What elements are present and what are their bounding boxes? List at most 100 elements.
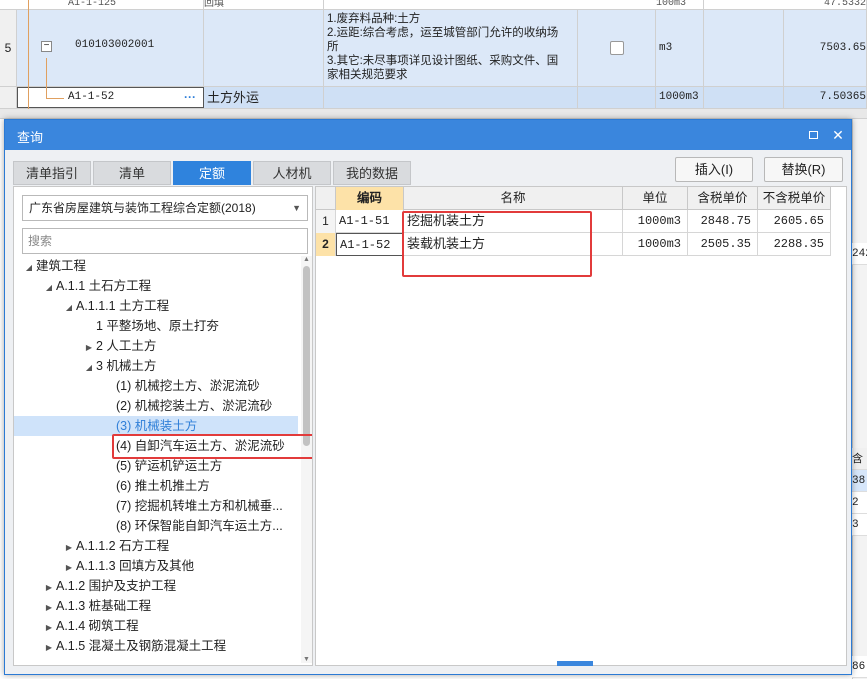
search-input[interactable] <box>22 228 308 254</box>
column-header-price-tax[interactable]: 含税单价 <box>688 187 758 210</box>
expand-arrow-icon[interactable]: ▶ <box>62 558 76 578</box>
expand-arrow-icon[interactable]: ▶ <box>42 578 56 598</box>
code-cell[interactable]: A1-1-52 <box>336 233 404 256</box>
tab-quota[interactable]: 定额 <box>173 161 251 185</box>
tree-node-label: (7) 挖掘机转堆土方和机械垂... <box>116 499 283 513</box>
tab-my-data[interactable]: 我的数据 <box>333 161 411 185</box>
insert-button[interactable]: 插入(I) <box>675 157 753 182</box>
unit-cell: 1000m3 <box>656 87 704 108</box>
splitter-handle[interactable] <box>557 661 593 666</box>
tree-node[interactable]: (1) 机械挖土方、淤泥流砂 <box>116 376 260 396</box>
tree-node[interactable]: ▶ A.1.5 混凝土及钢筋混凝土工程 <box>42 636 226 656</box>
scroll-down-icon[interactable]: ▼ <box>303 656 310 663</box>
tree-node[interactable]: (2) 机械挖装土方、淤泥流砂 <box>116 396 272 416</box>
checkbox-cell[interactable] <box>578 87 656 108</box>
tree-node[interactable]: ◢ 3 机械土方 <box>82 356 157 378</box>
column-header-unit[interactable]: 单位 <box>623 187 688 210</box>
tab-labor-material-machine[interactable]: 人材机 <box>253 161 331 185</box>
tree-connector <box>28 0 29 109</box>
expand-arrow-icon[interactable]: ◢ <box>82 358 96 378</box>
grid-header: 编码 名称 单位 含税单价 不含税单价 <box>316 187 831 210</box>
name-cell: 回填 <box>204 0 324 9</box>
unit-cell: 100m3 <box>656 0 704 9</box>
table-row[interactable]: 5 010103002001 1.废弃料品种:土方 2.运距:综合考虑，运至城管… <box>0 10 867 87</box>
checkbox-cell[interactable] <box>578 10 656 86</box>
tree-node[interactable]: (4) 自卸汽车运土方、淤泥流砂 <box>116 436 285 456</box>
tree-node[interactable]: (7) 挖掘机转堆土方和机械垂... <box>116 496 283 516</box>
code-text: 010103002001 <box>75 39 155 51</box>
name-cell[interactable]: 装载机装土方 <box>404 233 623 256</box>
expand-arrow-icon[interactable]: ▶ <box>42 618 56 638</box>
expand-arrow-icon[interactable]: ▶ <box>62 538 76 558</box>
tree-node[interactable]: (6) 推土机推土方 <box>116 476 210 496</box>
expand-arrow-icon[interactable]: ◢ <box>42 278 56 298</box>
tree-scrollbar[interactable]: ▲ ▼ <box>301 256 312 663</box>
tree-node[interactable]: ▶ A.1.4 砌筑工程 <box>42 616 139 636</box>
name-cell[interactable]: 土方外运 <box>204 87 324 108</box>
price-notax-cell[interactable]: 2605.65 <box>758 210 831 233</box>
tree-node-label: 2 人工土方 <box>96 339 157 353</box>
close-icon[interactable]: ✕ <box>829 126 847 144</box>
tree-node-label: A.1.2 围护及支护工程 <box>56 579 177 593</box>
column-header-price-notax[interactable]: 不含税单价 <box>758 187 831 210</box>
price-tax-cell[interactable]: 2505.35 <box>688 233 758 256</box>
row-number <box>0 87 17 108</box>
column-header-name[interactable]: 名称 <box>404 187 623 210</box>
description-cell[interactable]: 1.废弃料品种:土方 2.运距:综合考虑，运至城管部门允许的收纳场 所 3.其它… <box>324 10 578 86</box>
tab-list[interactable]: 清单 <box>93 161 171 185</box>
price-cell: 3 <box>852 514 867 536</box>
description-cell[interactable] <box>324 87 578 108</box>
tree-node[interactable]: 1 平整场地、原土打夯 <box>96 316 219 336</box>
dialog-titlebar[interactable]: 查询 ✕ <box>5 120 851 150</box>
tree-node[interactable]: (5) 铲运机铲运土方 <box>116 456 222 476</box>
tree-node[interactable]: ▶ A.1.1.2 石方工程 <box>62 536 169 556</box>
more-icon[interactable]: ··· <box>184 90 196 104</box>
expand-arrow-icon[interactable]: ▶ <box>82 338 96 358</box>
checkbox[interactable] <box>610 41 624 55</box>
tree-node[interactable]: ◢ A.1.1.1 土方工程 <box>62 296 169 316</box>
qty-cell[interactable] <box>704 10 784 86</box>
library-select[interactable]: 广东省房屋建筑与装饰工程综合定额(2018) ▼ <box>22 195 308 221</box>
code-cell[interactable]: A1-1-51 <box>336 210 404 233</box>
unit-cell[interactable]: 1000m3 <box>623 233 688 256</box>
tree-node[interactable]: ◢ 建筑工程 <box>22 256 86 276</box>
query-dialog: 查询 ✕ 清单指引 清单 定额 人材机 我的数据 插入(I) 替换(R) 广东省… <box>4 119 852 675</box>
price-cell: 2 <box>852 492 867 514</box>
expand-arrow-icon[interactable]: ◢ <box>22 258 36 278</box>
tree-node-selected[interactable]: (3) 机械装土方 <box>14 416 298 436</box>
tree-node-label: A.1.5 混凝土及钢筋混凝土工程 <box>56 639 227 653</box>
tree-node[interactable]: ▶ A.1.1.3 回填方及其他 <box>62 556 194 576</box>
expand-arrow-icon[interactable]: ◢ <box>62 298 76 318</box>
price-notax-cell[interactable]: 2288.35 <box>758 233 831 256</box>
tab-list-guide[interactable]: 清单指引 <box>13 161 91 185</box>
price-tax-cell[interactable]: 2848.75 <box>688 210 758 233</box>
collapse-icon[interactable]: − <box>41 41 52 52</box>
column-header-code[interactable]: 编码 <box>336 187 404 210</box>
name-cell[interactable] <box>204 10 324 86</box>
qty-cell[interactable] <box>704 87 784 108</box>
tree-node[interactable]: ▶ 2 人工土方 <box>82 336 157 358</box>
table-row[interactable]: A1-1-125 回填 100m3 47.5332 <box>0 0 867 10</box>
table-row[interactable]: A1-1-52 ··· 土方外运 1000m3 7.50365 <box>0 87 867 109</box>
maximize-icon[interactable] <box>805 126 823 144</box>
scroll-up-icon[interactable]: ▲ <box>303 256 310 263</box>
tree-node-label: (4) 自卸汽车运土方、淤泥流砂 <box>116 439 285 453</box>
table-row[interactable]: 2 A1-1-52 装载机装土方 1000m3 2505.35 2288.35 <box>316 233 831 256</box>
tree-node[interactable]: (8) 环保智能自卸汽车运土方... <box>116 516 283 536</box>
unit-cell: m3 <box>656 10 704 86</box>
unit-cell[interactable]: 1000m3 <box>623 210 688 233</box>
price-cell: 242 <box>852 243 867 265</box>
expand-arrow-icon[interactable]: ▶ <box>42 598 56 618</box>
tree-node-label: 3 机械土方 <box>96 359 157 373</box>
name-cell[interactable]: 挖掘机装土方 <box>404 210 623 233</box>
tree-node-label: A.1.1.2 石方工程 <box>76 539 170 553</box>
expand-arrow-icon[interactable]: ▶ <box>42 638 56 658</box>
tree-node-label: (3) 机械装土方 <box>116 419 198 433</box>
tree-node[interactable]: ◢ A.1.1 土石方工程 <box>42 276 151 296</box>
tree-node[interactable]: ▶ A.1.3 桩基础工程 <box>42 596 151 616</box>
scrollbar-thumb[interactable] <box>303 266 310 446</box>
tree-node[interactable]: ▶ A.1.2 围护及支护工程 <box>42 576 176 596</box>
replace-button[interactable]: 替换(R) <box>764 157 843 182</box>
table-row[interactable]: 1 A1-1-51 挖掘机装土方 1000m3 2848.75 2605.65 <box>316 210 831 233</box>
tree-node-label: A.1.1.3 回填方及其他 <box>76 559 195 573</box>
